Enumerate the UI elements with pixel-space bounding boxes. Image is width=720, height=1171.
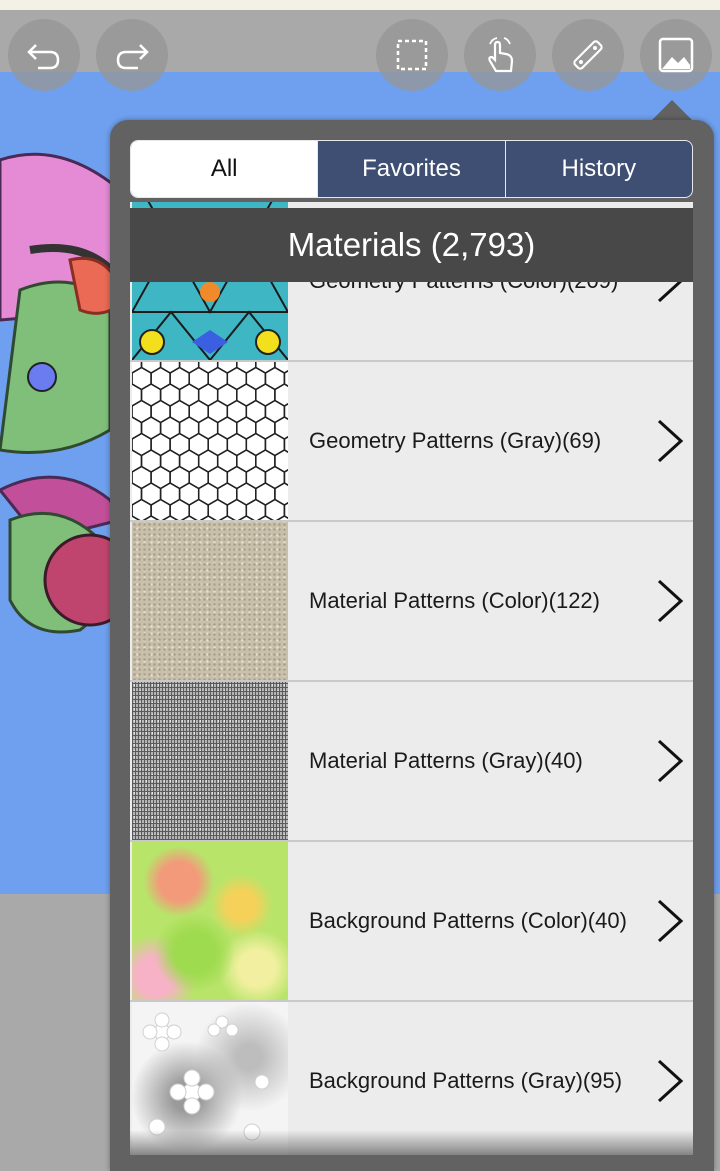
chevron-right-icon xyxy=(657,1059,684,1103)
tab-history[interactable]: History xyxy=(506,141,692,197)
item-label: Geometry Patterns (Gray)(69) xyxy=(309,428,602,453)
list-scroll-fade xyxy=(130,1130,693,1160)
thumbnail xyxy=(132,842,288,1000)
item-label: Material Patterns (Gray)(40) xyxy=(309,748,583,773)
chevron-right-icon xyxy=(657,739,684,783)
chevron-right-icon xyxy=(657,899,684,943)
status-strip xyxy=(0,0,720,10)
redo-icon xyxy=(116,44,149,70)
materials-title: Materials (2,793) xyxy=(130,208,693,282)
selection-icon xyxy=(396,39,428,71)
material-button[interactable] xyxy=(640,19,712,91)
item-label: Material Patterns (Color)(122) xyxy=(309,588,600,613)
tab-favorites[interactable]: Favorites xyxy=(318,141,506,197)
panel-pointer xyxy=(650,100,694,122)
ruler-button[interactable] xyxy=(552,19,624,91)
selection-button[interactable] xyxy=(376,19,448,91)
undo-button[interactable] xyxy=(8,19,80,91)
tab-all[interactable]: All xyxy=(131,141,319,197)
material-tabs: All Favorites History xyxy=(130,140,693,198)
materials-list[interactable]: Geometry Patterns (Color)(209) Geometry … xyxy=(130,200,693,1155)
list-item[interactable]: Material Patterns (Color)(122) xyxy=(130,522,693,682)
ruler-icon xyxy=(573,40,603,70)
item-label: Background Patterns (Color)(40) xyxy=(309,908,627,933)
image-icon xyxy=(658,37,694,73)
thumbnail xyxy=(132,682,288,840)
list-item[interactable]: Geometry Patterns (Gray)(69) xyxy=(130,362,693,522)
redo-button[interactable] xyxy=(96,19,168,91)
undo-icon xyxy=(27,44,60,70)
chevron-right-icon xyxy=(657,419,684,463)
thumbnail xyxy=(132,522,288,680)
hand-icon xyxy=(488,37,514,73)
hand-button[interactable] xyxy=(464,19,536,91)
thumbnail xyxy=(132,362,288,520)
chevron-right-icon xyxy=(657,579,684,623)
list-item[interactable]: Material Patterns (Gray)(40) xyxy=(130,682,693,842)
list-item[interactable]: Background Patterns (Color)(40) xyxy=(130,842,693,1002)
